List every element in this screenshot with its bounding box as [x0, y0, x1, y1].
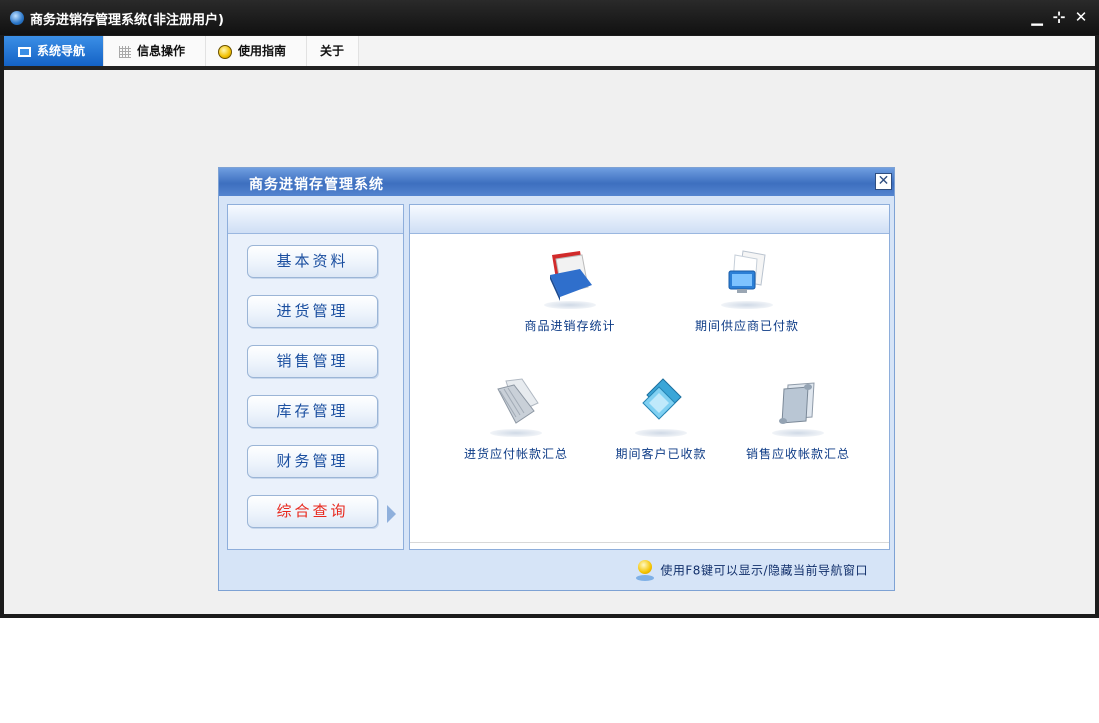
function-customer-received[interactable]: 期间客户已收款: [606, 373, 716, 462]
function-supplier-paid[interactable]: 期间供应商已付款: [692, 245, 802, 334]
module-button-purchase[interactable]: 进货管理: [247, 295, 378, 328]
module-panel: 基本资料 进货管理 销售管理 库存管理 财务管理 综合查询: [227, 204, 404, 550]
folder-icon: [484, 373, 548, 437]
cards-icon: [629, 373, 693, 437]
restore-icon[interactable]: ⊹: [1051, 8, 1067, 26]
minimize-icon[interactable]: ▁: [1029, 8, 1045, 26]
function-label: 商品进销存统计: [524, 319, 616, 333]
module-button-query[interactable]: 综合查询: [247, 495, 378, 528]
grid-icon: [119, 45, 131, 58]
monitor-icon: [18, 46, 31, 57]
navigation-dialog: 商务进销存管理系统 ✕ 基本资料 进货管理 销售管理 库存管理 财务管理 综合查…: [218, 167, 895, 591]
tab-user-guide[interactable]: 使用指南: [206, 36, 307, 66]
function-receivables-summary[interactable]: 销售应收帐款汇总: [743, 373, 853, 462]
function-payables-summary[interactable]: 进货应付帐款汇总: [461, 373, 571, 462]
dialog-title-bar[interactable]: 商务进销存管理系统 ✕: [219, 168, 894, 196]
function-panel-header: [410, 205, 889, 234]
tab-label: 系统导航: [37, 44, 86, 58]
title-bar: 商务进销存管理系统(非注册用户) ▁ ⊹ ✕: [0, 0, 1099, 35]
function-inventory-statistics[interactable]: 商品进销存统计: [515, 245, 625, 334]
tab-system-nav[interactable]: 系统导航: [4, 36, 104, 66]
window-title: 商务进销存管理系统(非注册用户): [30, 13, 224, 28]
function-panel: 商品进销存统计 期间供应商已付款 进货应付帐款汇总 期间客户已收款 销售应收帐款…: [409, 204, 890, 550]
module-button-basic-info[interactable]: 基本资料: [247, 245, 378, 278]
module-button-finance[interactable]: 财务管理: [247, 445, 378, 478]
tip-text: 使用F8键可以显示/隐藏当前导航窗口: [660, 563, 868, 578]
module-button-inventory[interactable]: 库存管理: [247, 395, 378, 428]
bulb-icon: [218, 44, 232, 59]
tab-label: 使用指南: [238, 44, 287, 58]
function-label: 进货应付帐款汇总: [463, 447, 568, 461]
module-panel-header: [228, 205, 403, 234]
tab-bar: 系统导航 信息操作 使用指南 关于: [4, 36, 1095, 70]
tab-label: 信息操作: [137, 44, 186, 58]
app-logo-icon: [10, 11, 24, 25]
function-label: 销售应收帐款汇总: [745, 447, 850, 461]
active-module-arrow-icon: [387, 505, 396, 523]
tab-about[interactable]: 关于: [307, 36, 359, 66]
tab-info-operation[interactable]: 信息操作: [104, 36, 206, 66]
panel-divider: [410, 542, 889, 543]
dialog-title: 商务进销存管理系统: [249, 177, 384, 193]
scroll-icon: [766, 373, 830, 437]
close-icon[interactable]: ✕: [1073, 8, 1089, 26]
status-tip: 使用F8键可以显示/隐藏当前导航窗口: [636, 560, 868, 582]
window-controls: ▁ ⊹ ✕: [1029, 8, 1089, 26]
module-button-sales[interactable]: 销售管理: [247, 345, 378, 378]
monitor-docs-icon: [715, 245, 779, 309]
books-icon: [538, 245, 602, 309]
dialog-close-button[interactable]: ✕: [875, 173, 892, 190]
function-label: 期间供应商已付款: [694, 319, 799, 333]
function-label: 期间客户已收款: [615, 447, 707, 461]
tab-label: 关于: [320, 44, 345, 58]
lightbulb-icon: [636, 560, 655, 582]
